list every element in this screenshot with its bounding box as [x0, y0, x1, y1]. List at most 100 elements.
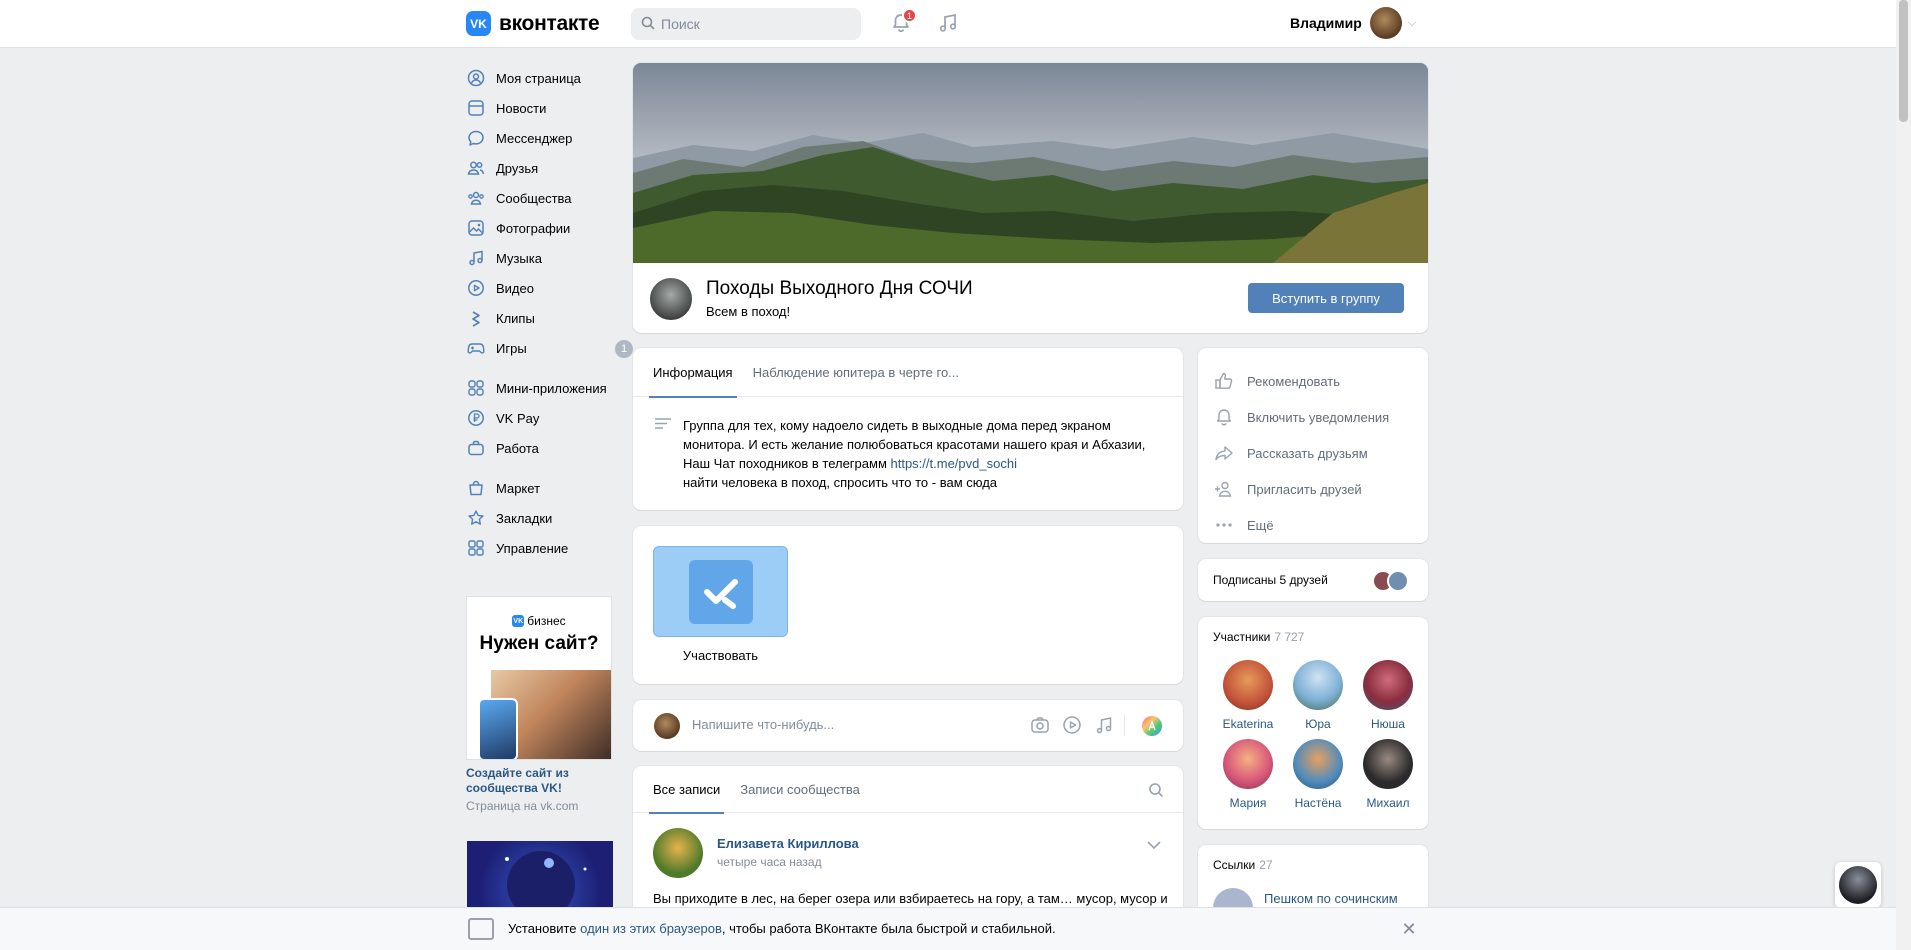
browsers-link[interactable]: один из этих браузеров [580, 921, 722, 936]
telegram-link[interactable]: https://t.me/pvd_sochi [891, 456, 1017, 471]
avatar [1363, 739, 1413, 789]
video-icon [466, 278, 486, 298]
vk-logo[interactable]: VK вконтакте [466, 11, 600, 36]
action-label: Ещё [1247, 517, 1274, 533]
search-icon[interactable] [1148, 782, 1164, 801]
scrollbar-thumb[interactable] [1899, 0, 1908, 122]
sidebar-item-label: Клипы [496, 310, 535, 326]
notifications-button[interactable]: 1 [887, 8, 917, 38]
avatar [1223, 739, 1273, 789]
search-box[interactable] [631, 8, 861, 40]
friend-avatar [1387, 570, 1409, 592]
music-player-button[interactable] [934, 10, 962, 38]
sidebar-item-clips[interactable]: Клипы [466, 303, 626, 333]
group-avatar[interactable] [648, 276, 694, 322]
bag-icon [466, 478, 486, 498]
info-tabs: Информация Наблюдение юпитера в черте го… [633, 348, 1183, 398]
app-icon [689, 560, 753, 624]
avatar [1369, 7, 1402, 39]
member-item[interactable]: Ekaterina [1213, 660, 1283, 731]
join-group-button[interactable]: Вступить в группу [1248, 283, 1404, 313]
app-label[interactable]: Участвовать [653, 648, 788, 663]
avatar [654, 713, 680, 739]
sidebar-item-photos[interactable]: Фотографии [466, 213, 626, 243]
tab-information[interactable]: Информация [649, 348, 737, 398]
member-item[interactable]: Настёна [1283, 739, 1353, 810]
members-header[interactable]: Участники 7 727 [1213, 630, 1304, 644]
search-input[interactable] [661, 16, 851, 32]
sidebar-item-label: Сообщества [496, 190, 572, 206]
add-user-icon [1213, 479, 1235, 499]
post-time[interactable]: четыре часа назад [717, 855, 822, 869]
ad-banner-2[interactable] [467, 841, 613, 911]
sidebar-item-news[interactable]: Новости [466, 93, 626, 123]
more-action[interactable]: Ещё [1198, 507, 1428, 543]
palette-icon[interactable] [1141, 715, 1163, 740]
post-author-avatar[interactable] [653, 828, 703, 878]
sidebar-item-label: Друзья [496, 160, 539, 176]
member-item[interactable]: Михаил [1353, 739, 1423, 810]
sidebar-item-friends[interactable]: Друзья [466, 153, 626, 183]
ad-caption[interactable]: Создайте сайт из сообщества VK! Страница… [466, 766, 616, 813]
browser-notice-bar: Установите один из этих браузеров, чтобы… [0, 907, 1896, 950]
sidebar-item-my-page[interactable]: Моя страница [466, 63, 626, 93]
links-title: Ссылки [1213, 858, 1256, 872]
user-name: Владимир [1290, 15, 1362, 31]
recommend-action[interactable]: Рекомендовать [1198, 363, 1428, 399]
tab-event[interactable]: Наблюдение юпитера в черте го... [753, 348, 959, 397]
member-item[interactable]: Юра [1283, 660, 1353, 731]
link-item[interactable]: Пешком по сочинским [1264, 891, 1398, 906]
communities-icon [466, 188, 486, 208]
sidebar-item-communities[interactable]: Сообщества [466, 183, 626, 213]
members-count: 7 727 [1274, 630, 1305, 644]
tab-all-posts[interactable]: Все записи [648, 766, 725, 814]
post-composer[interactable]: Напишите что-нибудь... [633, 700, 1183, 751]
chevron-down-icon[interactable] [1147, 838, 1161, 853]
links-header[interactable]: Ссылки 27 [1213, 858, 1273, 872]
member-item[interactable]: Нюша [1353, 660, 1423, 731]
browser-notice-text: Установите один из этих браузеров, чтобы… [508, 921, 1056, 936]
member-name: Мария [1229, 796, 1267, 810]
composer-placeholder[interactable]: Напишите что-нибудь... [692, 717, 834, 732]
member-item[interactable]: Мария [1213, 739, 1283, 810]
music-icon[interactable] [1094, 715, 1114, 738]
ad-banner[interactable]: VK бизнес Нужен сайт? [466, 596, 612, 760]
tab-community-posts[interactable]: Записи сообщества [740, 766, 860, 813]
sidebar-item-manage[interactable]: Управление [466, 533, 626, 563]
sidebar-item-mini-apps[interactable]: Мини-приложения [466, 373, 626, 403]
briefcase-icon [466, 438, 486, 458]
member-name: Настёна [1294, 796, 1342, 810]
chat-float-button[interactable] [1835, 862, 1881, 908]
sidebar-item-label: Закладки [496, 510, 553, 526]
sidebar-item-label: Моя страница [496, 70, 581, 86]
scrollbar[interactable] [1896, 0, 1911, 950]
sidebar-item-label: Видео [496, 280, 534, 296]
chat-bubble-icon [466, 128, 486, 148]
sidebar-item-video[interactable]: Видео [466, 273, 626, 303]
divider [1124, 714, 1125, 736]
wall-tabs: Все записи Записи сообщества [633, 766, 1183, 814]
invite-friends-action[interactable]: Пригласить друзей [1198, 471, 1428, 507]
notifications-action[interactable]: Включить уведомления [1198, 399, 1428, 435]
camera-icon[interactable] [1030, 715, 1050, 738]
grid-icon [466, 538, 486, 558]
sidebar-item-music[interactable]: Музыка [466, 243, 626, 273]
friends-subscribed[interactable]: Подписаны 5 друзей [1198, 559, 1428, 601]
ad-caption-title[interactable]: Создайте сайт из сообщества VK! [466, 766, 616, 796]
search-icon [641, 16, 655, 33]
post-author[interactable]: Елизавета Кириллова [717, 836, 859, 851]
sidebar-item-bookmarks[interactable]: Закладки [466, 503, 626, 533]
video-icon[interactable] [1062, 715, 1082, 738]
ad-brand: VK бизнес [467, 614, 611, 628]
clips-icon [466, 308, 486, 328]
vk-logo-mark: VK [466, 11, 491, 36]
sidebar-item-market[interactable]: Маркет [466, 473, 626, 503]
sidebar-item-games[interactable]: Игры 1 [466, 333, 633, 363]
user-menu[interactable]: Владимир ⌵ [1290, 7, 1416, 39]
sidebar-item-messenger[interactable]: Мессенджер [466, 123, 626, 153]
sidebar-item-work[interactable]: Работа [466, 433, 626, 463]
share-action[interactable]: Рассказать друзьям [1198, 435, 1428, 471]
participate-app-tile[interactable] [653, 546, 788, 637]
close-icon[interactable]: ✕ [1399, 919, 1419, 939]
sidebar-item-vkpay[interactable]: VK Pay [466, 403, 626, 433]
